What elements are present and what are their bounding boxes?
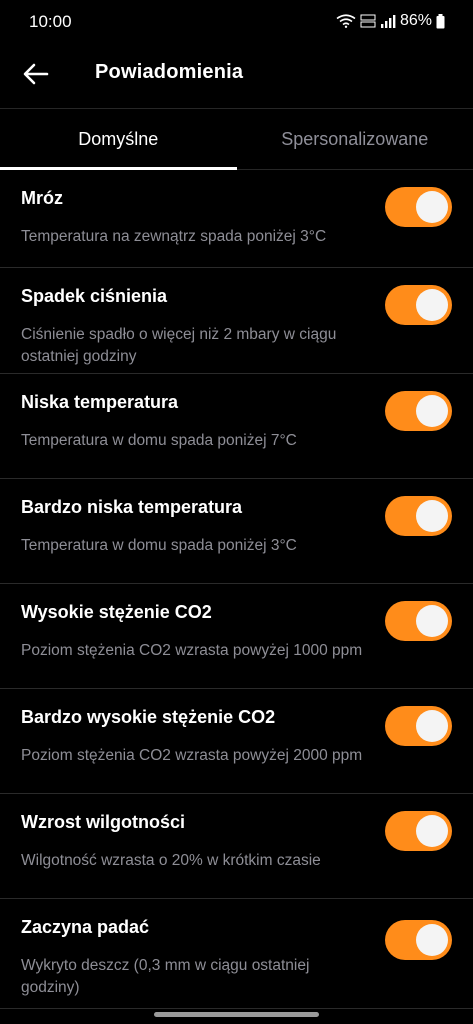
toggle-switch[interactable]: [385, 601, 452, 641]
toggle-knob: [416, 924, 448, 956]
toggle-knob: [416, 191, 448, 223]
tab-default[interactable]: Domyślne: [0, 109, 237, 170]
toggle-switch[interactable]: [385, 285, 452, 325]
notification-row-rain-start: Zaczyna padać Wykryto deszcz (0,3 mm w c…: [0, 899, 473, 1009]
notification-title: Bardzo niska temperatura: [21, 497, 243, 517]
back-button[interactable]: [14, 54, 58, 98]
signal-icon: [380, 14, 396, 28]
notification-title: Spadek ciśnienia: [21, 286, 168, 306]
wifi-icon: [336, 14, 356, 28]
volte-icon: [360, 14, 376, 28]
battery-percent: 86%: [399, 12, 432, 29]
battery-icon: [436, 13, 445, 29]
toggle-switch[interactable]: [385, 706, 452, 746]
home-indicator[interactable]: [154, 1012, 319, 1017]
notification-description: Ciśnienie spadło o więcej niż 2 mbary w …: [21, 326, 337, 365]
notification-list: Mróz Temperatura na zewnątrz spada poniż…: [0, 170, 473, 1009]
notification-description: Temperatura w domu spada poniżej 7°C: [21, 432, 297, 449]
notification-description: Wilgotność wzrasta o 20% w krótkim czasi…: [21, 852, 321, 869]
toggle-knob: [416, 815, 448, 847]
notification-title: Wysokie stężenie CO2: [21, 602, 212, 622]
notification-title: Bardzo wysokie stężenie CO2: [21, 707, 276, 727]
status-icons: 86%: [336, 12, 445, 30]
notification-row-pressure-drop: Spadek ciśnienia Ciśnienie spadło o więc…: [0, 268, 473, 374]
toggle-switch[interactable]: [385, 811, 452, 851]
toggle-knob: [416, 710, 448, 742]
tab-bar: Domyślne Spersonalizowane: [0, 109, 473, 170]
toggle-switch[interactable]: [385, 187, 452, 227]
toggle-knob: [416, 605, 448, 637]
toggle-switch[interactable]: [385, 391, 452, 431]
app-bar: Powiadomienia: [0, 44, 473, 109]
status-bar: 10:00 86%: [0, 0, 473, 44]
notification-description: Temperatura na zewnątrz spada poniżej 3°…: [21, 228, 327, 245]
page-title: Powiadomienia: [95, 61, 244, 83]
arrow-left-icon: [23, 63, 49, 90]
notification-title: Niska temperatura: [21, 392, 179, 412]
notification-row-very-low-temperature: Bardzo niska temperatura Temperatura w d…: [0, 479, 473, 584]
notification-title: Zaczyna padać: [21, 917, 150, 937]
status-time: 10:00: [29, 12, 72, 31]
notification-row-low-temperature: Niska temperatura Temperatura w domu spa…: [0, 374, 473, 479]
notification-description: Wykryto deszcz (0,3 mm w ciągu ostatniej…: [21, 957, 310, 996]
notification-row-frost: Mróz Temperatura na zewnątrz spada poniż…: [0, 170, 473, 268]
notification-description: Temperatura w domu spada poniżej 3°C: [21, 537, 297, 554]
toggle-knob: [416, 289, 448, 321]
toggle-switch[interactable]: [385, 496, 452, 536]
notification-title: Mróz: [21, 188, 63, 208]
toggle-knob: [416, 395, 448, 427]
notification-row-humidity-rise: Wzrost wilgotności Wilgotność wzrasta o …: [0, 794, 473, 899]
tab-custom[interactable]: Spersonalizowane: [237, 109, 473, 169]
toggle-knob: [416, 500, 448, 532]
toggle-switch[interactable]: [385, 920, 452, 960]
notification-title: Wzrost wilgotności: [21, 812, 185, 832]
notification-row-very-high-co2: Bardzo wysokie stężenie CO2 Poziom stęże…: [0, 689, 473, 794]
notification-description: Poziom stężenia CO2 wzrasta powyżej 2000…: [21, 747, 363, 764]
notification-row-high-co2: Wysokie stężenie CO2 Poziom stężenia CO2…: [0, 584, 473, 689]
notification-description: Poziom stężenia CO2 wzrasta powyżej 1000…: [21, 642, 363, 659]
